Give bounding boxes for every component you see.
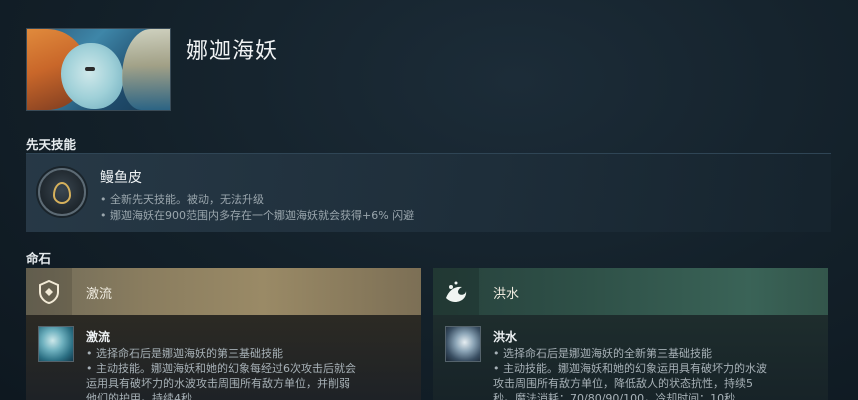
facets-section-title: 命石: [26, 251, 52, 266]
facet-header-right: 洪水: [433, 268, 828, 315]
innate-ability-icon: [38, 168, 86, 216]
portrait-face: [61, 43, 123, 109]
facet-card-left[interactable]: 激流 激流 • 选择命石后是娜迦海妖的第三基础技能 • 主动技能。娜迦海妖和她的…: [26, 268, 421, 400]
facet-desc-right-2: • 主动技能。娜迦海妖和她的幻象运用具有破坏力的水波: [493, 362, 767, 375]
facet-body-left: 激流 • 选择命石后是娜迦海妖的第三基础技能 • 主动技能。娜迦海妖和她的幻象每…: [26, 315, 421, 400]
facet-desc-left-1: • 选择命石后是娜迦海妖的第三基础技能: [86, 347, 283, 360]
facet-wave-icon: [433, 268, 479, 315]
facet-title-left: 激流: [86, 287, 113, 302]
innate-ability-desc-1: • 全新先天技能。被动，无法升级: [100, 193, 264, 206]
hero-portrait: [26, 28, 171, 111]
rip-tide-ability-icon: [38, 326, 74, 362]
facet-header-left: 激流: [26, 268, 421, 315]
water-drop-icon: [53, 182, 71, 204]
portrait-fin: [122, 29, 170, 110]
innate-ability-name: 鳗鱼皮: [100, 170, 142, 186]
facet-card-right[interactable]: 洪水 洪水 • 选择命石后是娜迦海妖的全新第三基础技能 • 主动技能。娜迦海妖和…: [433, 268, 828, 400]
hero-name: 娜迦海妖: [186, 39, 279, 64]
facet-desc-right-4: 秒。魔法消耗：70/80/90/100，冷却时间：10秒: [493, 392, 736, 400]
deluge-ability-icon: [445, 326, 481, 362]
facet-desc-left-4: 他们的护甲。持续4秒: [86, 392, 192, 400]
facet-ability-name-right: 洪水: [493, 330, 518, 344]
facet-desc-right-1: • 选择命石后是娜迦海妖的全新第三基础技能: [493, 347, 712, 360]
facet-title-right: 洪水: [493, 287, 520, 302]
facet-desc-left-2: • 主动技能。娜迦海妖和她的幻象每经过6次攻击后就会: [86, 362, 356, 375]
facet-ability-name-left: 激流: [86, 330, 111, 344]
facet-body-right: 洪水 • 选择命石后是娜迦海妖的全新第三基础技能 • 主动技能。娜迦海妖和她的幻…: [433, 315, 828, 400]
innate-ability-card[interactable]: 鳗鱼皮 • 全新先天技能。被动，无法升级 • 娜迦海妖在900范围内多存在一个娜…: [26, 153, 831, 232]
innate-section-title: 先天技能: [26, 137, 77, 152]
facet-desc-right-3: 攻击周围所有敌方单位，降低敌人的状态抗性，持续5: [493, 377, 753, 390]
innate-ability-desc-2: • 娜迦海妖在900范围内多存在一个娜迦海妖就会获得+6% 闪避: [100, 209, 415, 222]
facet-desc-left-3: 运用具有破坏力的水波攻击周围所有敌方单位，并削弱: [86, 377, 350, 390]
portrait-eye: [85, 67, 95, 71]
facet-shield-icon: [26, 268, 72, 315]
